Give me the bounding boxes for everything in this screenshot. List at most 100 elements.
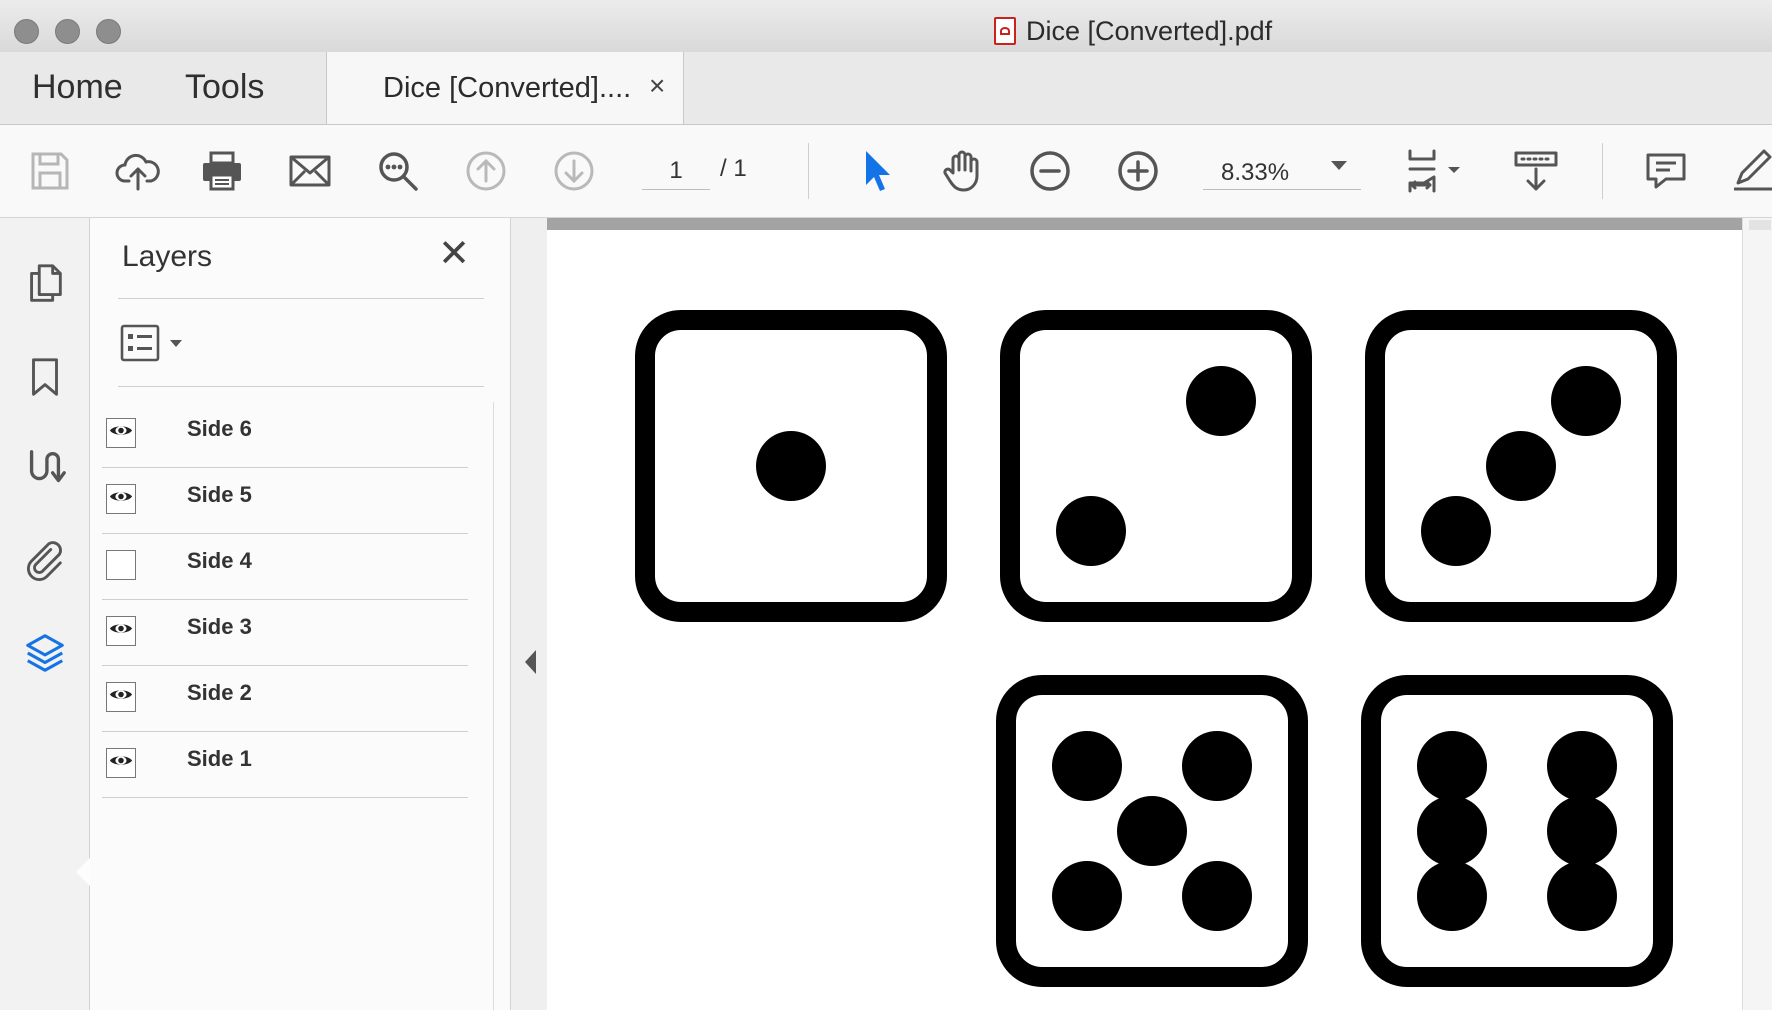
page-thumbnails-button[interactable] [20, 258, 70, 308]
scrollbar-thumb[interactable] [1749, 220, 1771, 230]
layer-row-side-2[interactable]: Side 2 [102, 666, 468, 732]
visibility-toggle[interactable] [106, 748, 136, 778]
zoom-in-button[interactable] [1112, 145, 1164, 197]
select-tool-button[interactable] [850, 145, 902, 197]
visibility-toggle[interactable] [106, 616, 136, 646]
layer-label: Side 5 [187, 482, 252, 507]
save-icon [31, 152, 69, 190]
close-window-button[interactable] [14, 19, 39, 44]
close-tab-button[interactable]: × [649, 70, 665, 102]
layer-label: Side 1 [187, 746, 252, 771]
zoom-level-value: 8.33% [1221, 159, 1290, 186]
chevron-down-icon [1331, 161, 1347, 170]
die-face-5 [996, 675, 1308, 987]
die-pip [1117, 796, 1187, 866]
layer-row-side-1[interactable]: Side 1 [102, 732, 468, 798]
comment-icon [1646, 153, 1686, 189]
document-view[interactable] [547, 218, 1772, 1010]
layer-row-side-4[interactable]: Side 4 [102, 534, 468, 600]
eye-icon [109, 753, 133, 773]
die-face-3 [1365, 310, 1677, 622]
signatures-button[interactable] [20, 444, 70, 494]
zoom-out-button[interactable] [1024, 145, 1076, 197]
pdf-file-icon [994, 17, 1016, 45]
save-button[interactable] [24, 145, 76, 197]
fit-page-icon [1408, 149, 1460, 193]
upload-cloud-button[interactable] [112, 145, 164, 197]
pages-icon [30, 264, 62, 302]
next-page-icon [554, 151, 594, 191]
panel-splitter[interactable] [511, 218, 547, 1010]
email-button[interactable] [284, 145, 336, 197]
upload-cloud-icon [115, 153, 160, 191]
die-pip [1051, 861, 1122, 932]
divider [118, 298, 484, 299]
collapse-panel-icon[interactable] [525, 650, 536, 674]
signatures-icon [29, 450, 66, 483]
die-face-1 [635, 310, 947, 622]
tab-tools[interactable]: Tools [185, 68, 264, 107]
print-button[interactable] [196, 145, 248, 197]
zoom-level-select[interactable]: 8.33% [1203, 153, 1361, 190]
sign-button[interactable] [1724, 145, 1772, 197]
bookmarks-button[interactable] [20, 352, 70, 402]
print-icon [203, 151, 241, 191]
options-list-icon [120, 324, 182, 362]
comment-button[interactable] [1640, 145, 1692, 197]
die-pip [1182, 730, 1253, 801]
find-button[interactable] [372, 145, 424, 197]
die-pip [1182, 861, 1253, 932]
die-pip [1551, 365, 1622, 436]
hand-tool-button[interactable] [936, 145, 988, 197]
toolbar: 1 / 1 8.33% [0, 125, 1772, 218]
sign-pen-icon [1734, 149, 1772, 191]
zoom-in-icon [1118, 151, 1158, 191]
visibility-toggle[interactable] [106, 484, 136, 514]
read-mode-button[interactable] [1510, 145, 1562, 197]
die-face-6 [1361, 675, 1673, 987]
panel-scrollbar[interactable] [493, 402, 494, 1010]
zoom-window-button[interactable] [96, 19, 121, 44]
navigation-rail [0, 218, 90, 1010]
visibility-toggle[interactable] [106, 682, 136, 712]
toolbar-divider [808, 143, 809, 199]
die-pip [756, 431, 826, 501]
page-number-input[interactable]: 1 [642, 153, 710, 190]
title-bar: Dice [Converted].pdf [0, 0, 1772, 53]
layer-label: Side 6 [187, 416, 252, 441]
layer-label: Side 3 [187, 614, 252, 639]
attachments-icon [26, 541, 62, 581]
tab-document[interactable]: Dice [Converted].... × [326, 52, 684, 124]
previous-page-button[interactable] [460, 145, 512, 197]
layer-list: Side 6 Side 5 Side 4 Side 3 Side 2 Side … [102, 402, 468, 798]
die-face-2 [1000, 310, 1312, 622]
die-pip [1186, 365, 1257, 436]
tab-home[interactable]: Home [32, 68, 123, 107]
minimize-window-button[interactable] [55, 19, 80, 44]
layer-row-side-3[interactable]: Side 3 [102, 600, 468, 666]
layer-label: Side 4 [187, 548, 252, 573]
layer-row-side-6[interactable]: Side 6 [102, 402, 468, 468]
eye-icon [109, 489, 133, 509]
read-mode-icon [1514, 151, 1558, 191]
find-icon [379, 152, 418, 191]
eye-icon [109, 423, 133, 443]
panel-title: Layers [122, 240, 213, 273]
visibility-toggle[interactable] [106, 550, 136, 580]
visibility-toggle[interactable] [106, 418, 136, 448]
die-pip [1055, 496, 1126, 567]
tab-document-label: Dice [Converted].... [383, 72, 632, 104]
layers-button[interactable] [20, 628, 70, 678]
attachments-button[interactable] [20, 536, 70, 586]
next-page-button[interactable] [548, 145, 600, 197]
close-panel-button[interactable]: ✕ [434, 234, 474, 274]
active-rail-indicator [76, 858, 90, 886]
page-edge [547, 218, 1742, 230]
window-title-text: Dice [Converted].pdf [1026, 15, 1273, 46]
eye-icon [109, 687, 133, 707]
vertical-scrollbar[interactable] [1742, 218, 1772, 1010]
fit-page-button[interactable] [1398, 145, 1470, 197]
previous-page-icon [466, 151, 506, 191]
layer-row-side-5[interactable]: Side 5 [102, 468, 468, 534]
layer-options-button[interactable] [120, 322, 190, 366]
